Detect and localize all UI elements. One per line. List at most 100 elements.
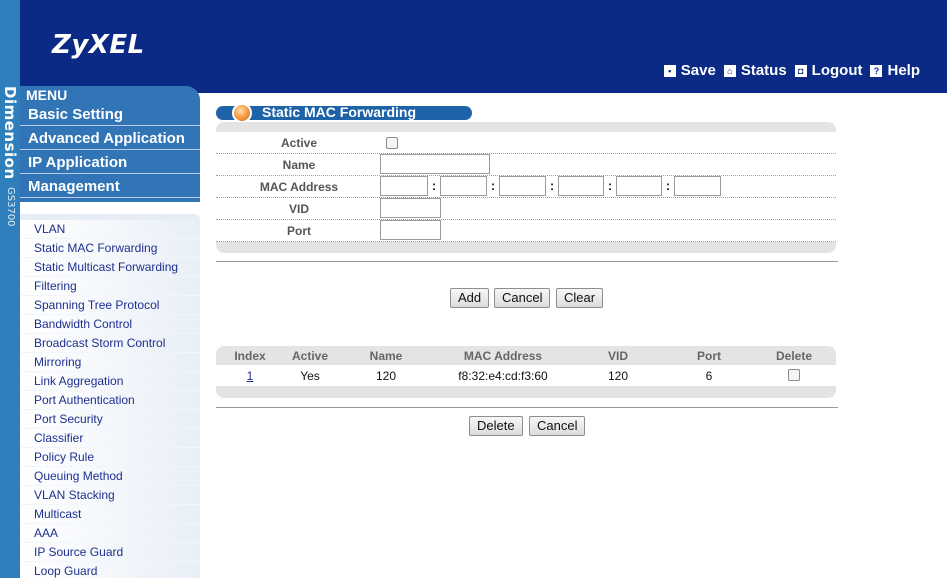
divider — [216, 407, 838, 408]
save-icon: ▪ — [663, 64, 676, 77]
cell-index: 1 — [220, 369, 280, 383]
menu-ip-application[interactable]: IP Application — [20, 152, 200, 174]
divider — [216, 261, 838, 262]
sidebar-item-loop-guard[interactable]: Loop Guard — [20, 562, 200, 578]
name-input[interactable] — [380, 154, 490, 174]
sidebar-item-port-authentication[interactable]: Port Authentication — [20, 391, 200, 410]
menu-title: MENU — [26, 87, 68, 103]
port-row: Port — [216, 220, 836, 242]
mac-octet-3-input[interactable] — [499, 176, 546, 196]
mac-field: ::::: — [380, 176, 721, 198]
delete-checkbox[interactable] — [788, 369, 800, 381]
mac-forwarding-table: Index Active Name MAC Address VID Port D… — [216, 346, 836, 398]
port-label: Port — [287, 224, 311, 238]
home-icon: ⌂ — [723, 64, 736, 77]
sidebar-item-policy-rule[interactable]: Policy Rule — [20, 448, 200, 467]
mac-forwarding-form: Active Name MAC Address ::::: VID Port — [216, 122, 836, 253]
cell-name: 120 — [375, 369, 397, 383]
title-orb-icon — [232, 103, 252, 123]
clear-button[interactable]: Clear — [556, 288, 604, 308]
mac-octet-4-input[interactable] — [558, 176, 604, 196]
table-row: 1 Yes 120 f8:32:e4:cd:f3:60 120 6 — [216, 365, 836, 386]
column-header-delete: Delete — [775, 349, 813, 363]
page-title-bar: Static MAC Forwarding — [216, 103, 472, 123]
sidebar-item-spanning-tree-protocol[interactable]: Spanning Tree Protocol — [20, 296, 200, 315]
sidebar-item-broadcast-storm-control[interactable]: Broadcast Storm Control — [20, 334, 200, 353]
name-field — [380, 154, 490, 176]
menu-basic-setting[interactable]: Basic Setting — [20, 104, 200, 126]
cell-port: 6 — [705, 369, 713, 383]
mac-octet-1-input[interactable] — [380, 176, 428, 196]
port-input[interactable] — [380, 220, 441, 240]
sidebar-item-link-aggregation[interactable]: Link Aggregation — [20, 372, 200, 391]
mac-row: MAC Address ::::: — [216, 176, 836, 198]
zyxel-logo: ZyXEL — [52, 30, 145, 60]
active-field — [386, 132, 398, 154]
column-header-vid: VID — [607, 349, 628, 363]
active-label: Active — [280, 136, 318, 150]
mac-octet-2-input[interactable] — [440, 176, 487, 196]
sidebar: MENU Basic Setting Advanced Application … — [20, 86, 200, 578]
save-link-label: Save — [680, 62, 716, 79]
save-link[interactable]: ▪ Save — [663, 62, 716, 79]
active-checkbox[interactable] — [386, 137, 398, 149]
help-link-label: Help — [887, 62, 920, 79]
port-field — [380, 220, 441, 242]
product-line-label: Dimension — [1, 86, 19, 180]
mac-separator: : — [490, 178, 496, 193]
table-cancel-button[interactable]: Cancel — [529, 416, 586, 436]
mac-separator: : — [665, 178, 671, 193]
sidebar-item-bandwidth-control[interactable]: Bandwidth Control — [20, 315, 200, 334]
vid-field — [380, 198, 441, 220]
vid-row: VID — [216, 198, 836, 220]
sidebar-item-vlan-stacking[interactable]: VLAN Stacking — [20, 486, 200, 505]
active-row: Active — [216, 132, 836, 154]
sidebar-item-port-security[interactable]: Port Security — [20, 410, 200, 429]
mac-octet-6-input[interactable] — [674, 176, 721, 196]
column-header-active: Active — [291, 349, 329, 363]
column-header-index: Index — [234, 349, 266, 363]
advanced-submenu: VLAN Static MAC Forwarding Static Multic… — [20, 214, 200, 578]
cell-active: Yes — [300, 369, 320, 383]
cancel-button[interactable]: Cancel — [494, 288, 551, 308]
mac-octet-5-input[interactable] — [616, 176, 662, 196]
sidebar-item-classifier[interactable]: Classifier — [20, 429, 200, 448]
model-label: GS3700 — [5, 187, 16, 228]
menu-advanced-application[interactable]: Advanced Application — [20, 128, 200, 150]
sidebar-item-static-multicast-forwarding[interactable]: Static Multicast Forwarding — [20, 258, 200, 277]
column-header-port: Port — [697, 349, 721, 363]
header: ZyXEL ▪ Save ⌂ Status ◘ Logout ? Help — [20, 0, 947, 93]
mac-label: MAC Address — [259, 180, 339, 194]
delete-button[interactable]: Delete — [469, 416, 523, 436]
sidebar-item-aaa[interactable]: AAA — [20, 524, 200, 543]
sidebar-item-filtering[interactable]: Filtering — [20, 277, 200, 296]
vid-label: VID — [288, 202, 309, 216]
index-link[interactable]: 1 — [247, 369, 254, 383]
column-header-name: Name — [369, 349, 403, 363]
logout-icon: ◘ — [794, 64, 807, 77]
cell-vid: 120 — [607, 369, 629, 383]
menu-block: MENU Basic Setting Advanced Application … — [20, 86, 200, 202]
status-link[interactable]: ⌂ Status — [723, 62, 787, 79]
name-row: Name — [216, 154, 836, 176]
sidebar-item-multicast[interactable]: Multicast — [20, 505, 200, 524]
menu-management[interactable]: Management — [20, 176, 200, 198]
name-label: Name — [282, 158, 316, 172]
add-button[interactable]: Add — [450, 288, 490, 308]
mac-separator: : — [607, 178, 613, 193]
page-title: Static MAC Forwarding — [262, 104, 417, 120]
sidebar-item-vlan[interactable]: VLAN — [20, 220, 200, 239]
logout-link-label: Logout — [811, 62, 863, 79]
sidebar-item-ip-source-guard[interactable]: IP Source Guard — [20, 543, 200, 562]
vid-input[interactable] — [380, 198, 441, 218]
cell-mac-address: f8:32:e4:cd:f3:60 — [458, 369, 548, 383]
sidebar-item-static-mac-forwarding[interactable]: Static MAC Forwarding — [20, 239, 200, 258]
sidebar-item-mirroring[interactable]: Mirroring — [20, 353, 200, 372]
sidebar-item-queuing-method[interactable]: Queuing Method — [20, 467, 200, 486]
mac-separator: : — [549, 178, 555, 193]
header-links: ▪ Save ⌂ Status ◘ Logout ? Help — [663, 62, 920, 79]
help-icon: ? — [870, 64, 883, 77]
help-link[interactable]: ? Help — [870, 62, 920, 79]
logout-link[interactable]: ◘ Logout — [794, 62, 863, 79]
column-header-mac-address: MAC Address — [463, 349, 543, 363]
